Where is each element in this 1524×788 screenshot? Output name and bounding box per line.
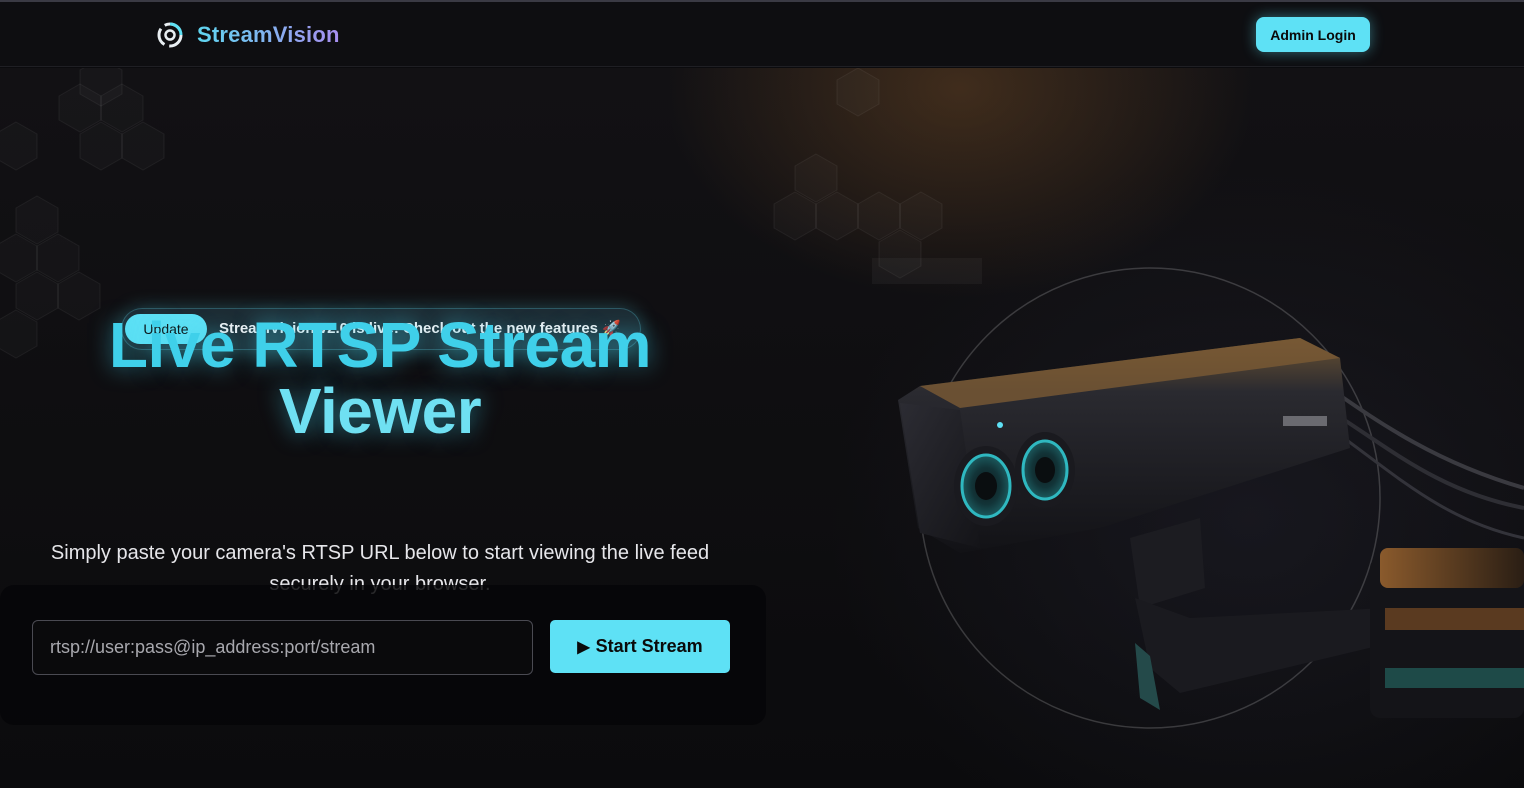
admin-login-button[interactable]: Admin Login	[1256, 17, 1370, 52]
page-title-line-2: Viewer	[278, 375, 482, 447]
play-icon: ▶	[577, 638, 590, 656]
start-stream-button[interactable]: ▶ Start Stream	[550, 620, 730, 673]
brand-name: StreamVision	[197, 22, 340, 47]
rtsp-url-input[interactable]	[32, 620, 533, 675]
security-camera-illustration	[898, 267, 1524, 729]
brand[interactable]: StreamVision	[157, 19, 340, 51]
page-title-line-1: Live RTSP Stream	[108, 309, 652, 381]
aperture-icon	[157, 22, 183, 48]
top-navbar: StreamVision Admin Login	[0, 2, 1524, 67]
start-stream-label: Start Stream	[595, 636, 703, 656]
page-title: Live RTSP Stream Viewer	[40, 312, 720, 444]
